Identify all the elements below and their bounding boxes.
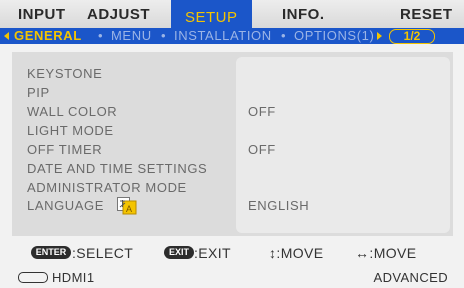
hint-select: :SELECT [72, 245, 134, 261]
subtab-options[interactable]: OPTIONS(1) [294, 28, 374, 44]
value-off-timer: OFF [248, 142, 276, 157]
separator-dot: • [161, 28, 167, 43]
hint-move-horizontal: ↔:MOVE [355, 245, 417, 261]
input-source: HDMI1 [52, 270, 95, 285]
separator-dot: • [98, 28, 104, 43]
enter-button-icon: ENTER [31, 246, 71, 259]
tab-adjust[interactable]: ADJUST [87, 6, 150, 23]
menu-mode: ADVANCED [373, 270, 448, 285]
value-wall-color: OFF [248, 104, 276, 119]
tab-setup[interactable]: SETUP [171, 0, 252, 28]
svg-text:A: A [126, 204, 132, 214]
setting-wall-color[interactable]: WALL COLOR [27, 104, 117, 119]
setting-date-time[interactable]: DATE AND TIME SETTINGS [27, 161, 207, 176]
footer-bar: ENTER :SELECT EXIT :EXIT ↕:MOVE ↔:MOVE H… [0, 243, 464, 288]
setting-off-timer[interactable]: OFF TIMER [27, 142, 102, 157]
tab-input[interactable]: INPUT [18, 6, 66, 23]
hint-move-vertical: ↕:MOVE [269, 245, 324, 261]
sub-tab-bar: GENERAL • MENU • INSTALLATION • OPTIONS(… [0, 28, 464, 44]
subtab-installation[interactable]: INSTALLATION [174, 28, 272, 44]
subtab-general[interactable]: GENERAL [14, 28, 82, 44]
setting-language[interactable]: LANGUAGE [27, 198, 104, 213]
exit-button-icon: EXIT [164, 246, 194, 259]
main-tab-bar: INPUT ADJUST SETUP INFO. RESET [0, 0, 464, 28]
value-language: ENGLISH [248, 198, 310, 213]
tab-reset[interactable]: RESET [400, 6, 453, 23]
subtab-menu[interactable]: MENU [111, 28, 152, 44]
hint-exit: :EXIT [194, 245, 232, 261]
setting-pip[interactable]: PIP [27, 85, 50, 100]
setting-keystone[interactable]: KEYSTONE [27, 66, 102, 81]
tab-info[interactable]: INFO. [282, 6, 325, 23]
page-indicator: 1/2 [389, 29, 435, 44]
settings-panel: KEYSTONE PIP WALL COLOR OFF LIGHT MODE O… [12, 52, 453, 236]
setting-administrator-mode[interactable]: ADMINISTRATOR MODE [27, 180, 187, 195]
language-icon: A [117, 197, 137, 215]
left-arrow-icon[interactable] [4, 32, 9, 40]
setting-light-mode[interactable]: LIGHT MODE [27, 123, 114, 138]
right-arrow-icon[interactable] [377, 32, 382, 40]
separator-dot: • [281, 28, 287, 43]
